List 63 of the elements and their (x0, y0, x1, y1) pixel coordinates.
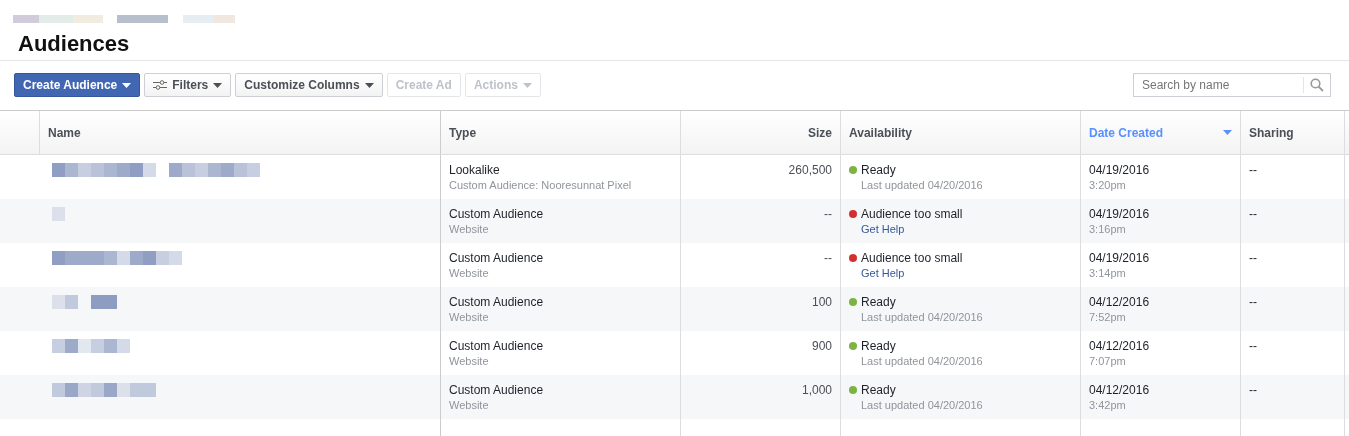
date-created: 04/12/2016 (1089, 339, 1151, 353)
blurred-name (52, 207, 65, 221)
search-field[interactable]: Search by name (1133, 73, 1331, 97)
date-created: 04/19/2016 (1089, 207, 1151, 221)
date-created: 04/19/2016 (1089, 163, 1151, 177)
audience-size: -- (823, 251, 832, 265)
date-created: 04/19/2016 (1089, 251, 1151, 265)
sliders-icon (153, 80, 168, 90)
audience-size: 100 (810, 295, 832, 309)
audience-source: Website (449, 222, 490, 237)
audience-source: Custom Audience: Nooresunnat Pixel (449, 178, 633, 193)
time-created: 7:52pm (1089, 310, 1127, 325)
search-icon (1310, 78, 1324, 92)
toolbar-button[interactable]: Customize Columns (235, 73, 383, 97)
audience-source: Website (449, 266, 490, 281)
status-note: Last updated 04/20/2016 (860, 310, 984, 325)
sort-caret-icon (1223, 130, 1232, 135)
audience-size: 260,500 (787, 163, 832, 177)
status-text: Ready (861, 295, 896, 309)
help-link[interactable]: Get Help (849, 221, 905, 237)
sharing-value: -- (1249, 207, 1258, 221)
column-header[interactable]: Sharing (1249, 125, 1294, 140)
time-created: 3:14pm (1089, 266, 1127, 281)
column-header[interactable]: Type (449, 125, 477, 140)
column-header[interactable]: Name (48, 125, 81, 140)
toolbar-button[interactable]: Filters (144, 73, 232, 97)
sharing-value: -- (1249, 383, 1258, 397)
audience-type: Custom Audience (449, 339, 545, 353)
date-created: 04/12/2016 (1089, 383, 1151, 397)
status-text: Ready (861, 339, 896, 353)
audience-type: Custom Audience (449, 383, 545, 397)
audience-type: Custom Audience (449, 295, 545, 309)
sharing-value: -- (1249, 251, 1258, 265)
audience-size: -- (823, 207, 832, 221)
time-created: 7:07pm (1089, 354, 1127, 369)
toolbar-button[interactable]: Create Audience (14, 73, 141, 97)
sharing-value: -- (1249, 163, 1258, 177)
status-note: Last updated 04/20/2016 (860, 354, 984, 369)
audience-type: Custom Audience (449, 251, 545, 265)
audience-type: Lookalike (449, 163, 501, 177)
audience-source: Website (449, 310, 490, 325)
sharing-value: -- (1249, 295, 1258, 309)
time-created: 3:42pm (1089, 398, 1127, 413)
audience-source: Website (449, 354, 490, 369)
status-note: Last updated 04/20/2016 (860, 178, 984, 193)
status-text: Audience too small (861, 207, 963, 221)
status-text: Ready (861, 383, 896, 397)
column-header[interactable]: Size (808, 125, 832, 140)
time-created: 3:16pm (1089, 222, 1127, 237)
audience-size: 900 (810, 339, 832, 353)
blurred-name (52, 295, 117, 309)
audience-size: 1,000 (800, 383, 832, 397)
status-text: Audience too small (861, 251, 963, 265)
status-note: Last updated 04/20/2016 (860, 398, 984, 413)
sharing-value: -- (1249, 339, 1258, 353)
time-created: 3:20pm (1089, 178, 1127, 193)
audience-type: Custom Audience (449, 207, 545, 221)
page-title: Audiences (18, 30, 131, 58)
audience-source: Website (449, 398, 490, 413)
column-header[interactable]: Availability (849, 125, 912, 140)
date-created: 04/12/2016 (1089, 295, 1151, 309)
status-text: Ready (861, 163, 896, 177)
help-link[interactable]: Get Help (849, 265, 905, 281)
